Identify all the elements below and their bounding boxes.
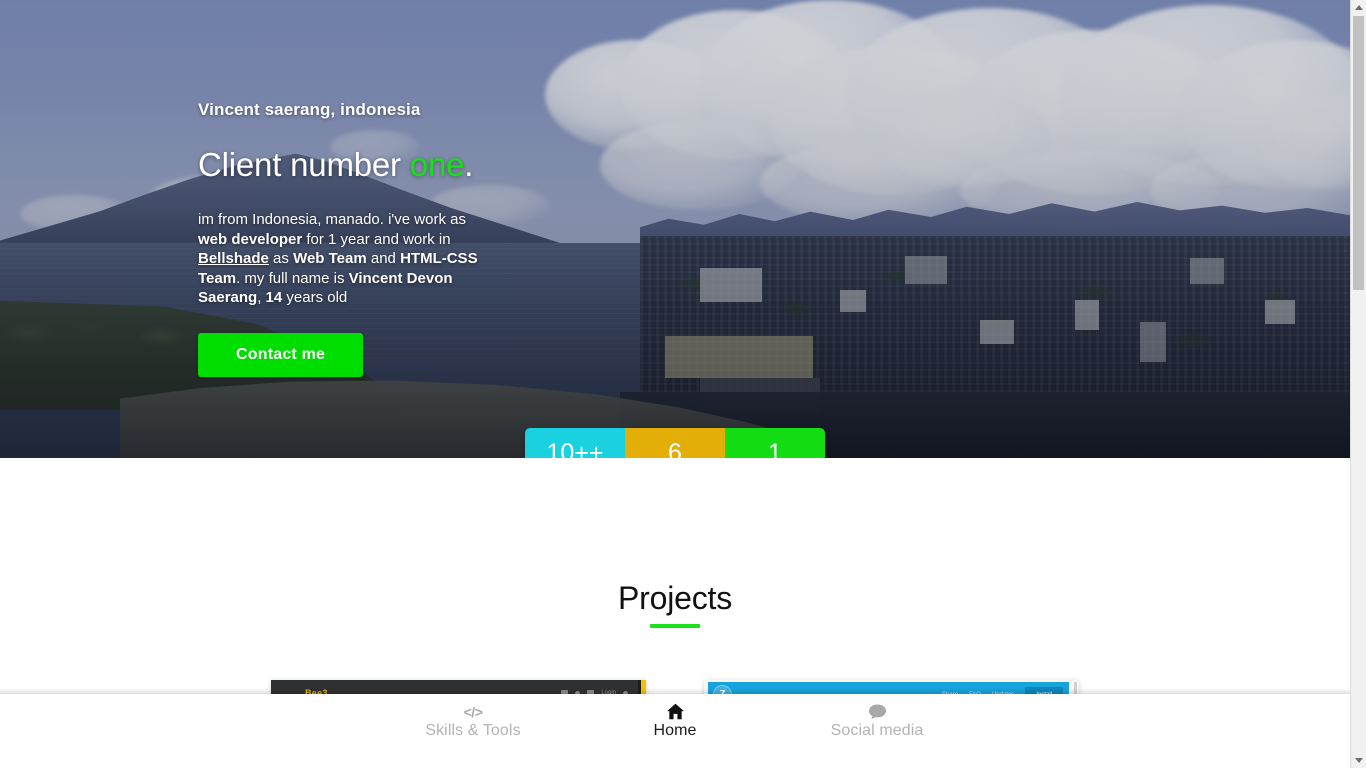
- stat-value: 6: [668, 439, 682, 458]
- nav-label-skills-tools: Skills & Tools: [425, 722, 521, 739]
- nav-label-home: Home: [653, 722, 697, 739]
- home-icon: [666, 702, 685, 721]
- chat-bubble-icon: [868, 702, 887, 721]
- chevron-down-icon: [1354, 758, 1363, 763]
- hero-title-main: Client number: [198, 146, 410, 183]
- bottom-navigation: </> Skills & Tools Home Social media: [0, 694, 1350, 768]
- scroll-down-button[interactable]: [1351, 753, 1366, 768]
- hero-description: im from Indonesia, manado. i've work as …: [198, 210, 488, 308]
- scroll-up-button[interactable]: [1351, 0, 1366, 15]
- nav-item-social-media[interactable]: Social media: [804, 699, 950, 740]
- hero-title-period: .: [464, 146, 474, 183]
- chevron-up-icon: [1354, 5, 1363, 10]
- code-icon-glyph: </>: [463, 703, 483, 720]
- stat-value: 1: [768, 439, 782, 458]
- stat-active: 6 active: [625, 428, 725, 458]
- stat-value: 10++: [546, 439, 604, 458]
- code-icon: </>: [464, 702, 483, 721]
- hero-title-accent: one: [409, 146, 465, 183]
- projects-heading: Projects: [618, 580, 732, 616]
- stat-projects: 10++ projects: [525, 428, 625, 458]
- heading-underline: [650, 624, 700, 628]
- desc-bold-age: 14: [265, 289, 283, 306]
- page-scrollbar[interactable]: [1350, 0, 1366, 768]
- desc-part: years old: [282, 289, 348, 306]
- page-content: Vincent saerang, indonesia Client number…: [0, 0, 1350, 768]
- desc-link-bellshade[interactable]: Bellshade: [198, 250, 269, 267]
- desc-bold-web-developer: web developer: [198, 230, 303, 248]
- nav-item-home[interactable]: Home: [602, 699, 748, 740]
- desc-part: as: [268, 250, 294, 267]
- desc-part: im from Indonesia, manado. i've work as: [198, 211, 466, 228]
- nav-label-social-media: Social media: [830, 722, 924, 739]
- nav-item-skills-tools[interactable]: </> Skills & Tools: [400, 699, 546, 740]
- hero-section: Vincent saerang, indonesia Client number…: [0, 0, 1350, 458]
- hero-title: Client number one.: [198, 146, 528, 184]
- hero-eyebrow: Vincent saerang, indonesia: [198, 100, 421, 119]
- scrollbar-thumb[interactable]: [1353, 16, 1364, 290]
- browser-viewport: Vincent saerang, indonesia Client number…: [0, 0, 1366, 768]
- desc-part: ,: [257, 289, 266, 306]
- hero-content: Vincent saerang, indonesia Client number…: [198, 100, 528, 377]
- desc-part: and: [366, 250, 401, 267]
- stat-pay-projects: 1 pay projects: [725, 428, 825, 458]
- desc-bold-web-team: Web Team: [293, 250, 367, 267]
- contact-me-button[interactable]: Contact me: [198, 332, 364, 377]
- stats-strip: 10++ projects 6 active 1 pay projects: [525, 428, 825, 458]
- desc-part: . my full name is: [236, 269, 349, 287]
- desc-part: for 1 year and work in: [302, 230, 451, 248]
